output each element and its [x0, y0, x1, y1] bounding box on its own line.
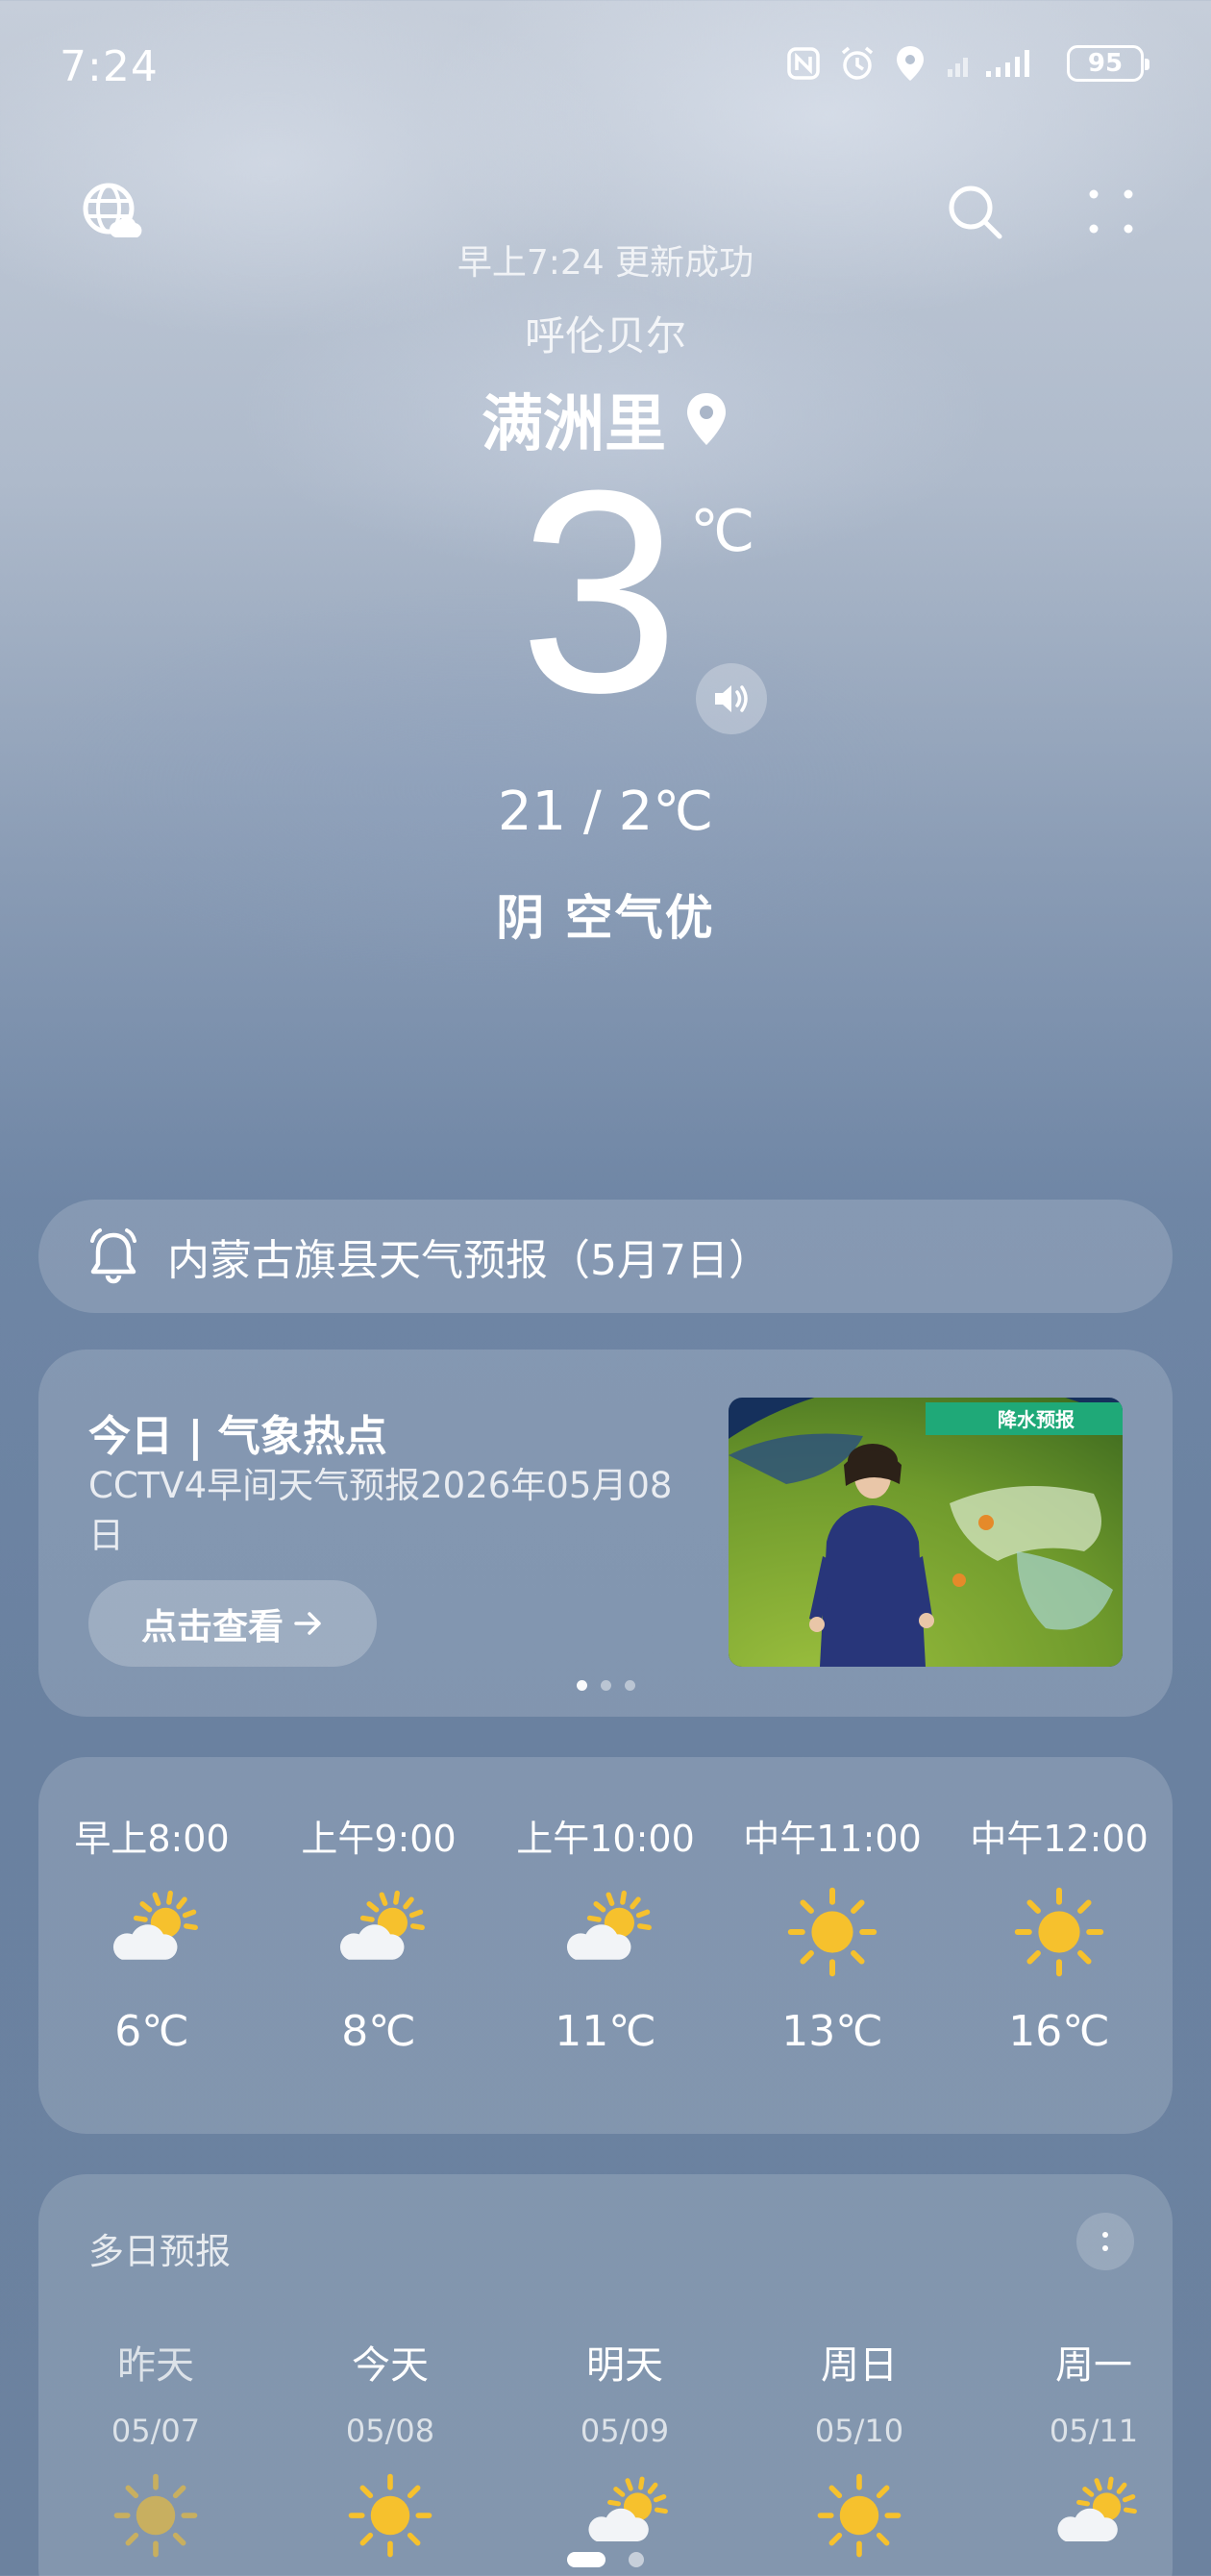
day-name: 今天 — [352, 2343, 429, 2388]
day-list: 昨天 05/07 今天 05/08 明天 05/09 周日 05/10 周一 0… — [38, 2334, 1211, 2559]
day-name: 昨天 — [117, 2343, 194, 2388]
multi-day-forecast-card: 多日预报 昨天 05/07 今天 05/08 明天 05/09 周日 05/10… — [38, 2174, 1173, 2576]
page-indicator[interactable] — [629, 2552, 644, 2567]
more-vertical-icon — [1102, 2232, 1108, 2238]
hot-topic-subtitle: CCTV4早间天气预报2026年05月08日 — [88, 1465, 673, 1556]
day-date: 05/09 — [580, 2413, 670, 2449]
carousel-dot[interactable] — [600, 1680, 611, 1691]
region-name: 呼伦贝尔 — [524, 312, 686, 359]
thumbnail-label: 降水预报 — [998, 1408, 1075, 1431]
hourly-item: 上午10:00 11℃ — [492, 1757, 719, 2056]
view-button[interactable]: 点击查看 — [88, 1580, 377, 1667]
hourly-time: 早上8:00 — [74, 1818, 230, 1860]
sunny-icon — [38, 2472, 273, 2559]
day-date: 05/10 — [814, 2413, 904, 2449]
signal-icon — [948, 50, 1029, 77]
temperature-range: 21 / 2℃ — [497, 780, 714, 843]
hourly-time: 中午12:00 — [970, 1818, 1149, 1860]
bell-alert-icon — [90, 1228, 136, 1284]
sunny-icon — [719, 1884, 946, 1980]
hot-topic-card[interactable]: 今日 | 气象热点 CCTV4早间天气预报2026年05月08日 点击查看 降水… — [38, 1350, 1173, 1717]
hourly-time: 中午11:00 — [743, 1818, 922, 1860]
multi-day-title: 多日预报 — [88, 2231, 231, 2272]
search-icon — [949, 186, 1002, 239]
day-name: 明天 — [586, 2343, 663, 2388]
hourly-temp: 11℃ — [555, 2007, 656, 2056]
day-date: 05/08 — [345, 2413, 435, 2449]
speaker-icon — [715, 685, 748, 712]
alert-text: 内蒙古旗县天气预报（5月7日） — [167, 1236, 771, 1285]
arrow-right-icon — [294, 1612, 321, 1635]
battery-indicator: 95 — [1067, 45, 1149, 82]
weather-condition: 阴 空气优 — [496, 890, 715, 946]
video-thumbnail[interactable]: 降水预报 — [729, 1398, 1123, 1667]
status-time: 7:24 — [60, 42, 159, 91]
hourly-temp: 13℃ — [781, 2007, 883, 2056]
multi-day-more-button[interactable] — [1076, 2213, 1134, 2270]
hourly-forecast-card: 早上8:00 6℃ 上午9:00 8℃ 上午10:00 11℃ 中午11:00 … — [38, 1757, 1173, 2134]
hourly-time: 上午10:00 — [516, 1818, 695, 1860]
page-indicator-active[interactable] — [567, 2552, 606, 2567]
hourly-item: 中午11:00 13℃ — [719, 1757, 946, 2056]
temperature-unit: ℃ — [690, 498, 755, 565]
voice-broadcast-button[interactable] — [696, 663, 767, 734]
location-status-icon — [897, 46, 924, 81]
carousel-dots — [38, 1680, 1173, 1691]
day-name: 周日 — [821, 2343, 898, 2388]
weather-map-thumbnail: 降水预报 — [729, 1398, 1123, 1667]
partly-cloudy-icon — [507, 2472, 742, 2559]
status-icons: 95 — [786, 44, 1149, 83]
alarm-icon — [841, 46, 874, 80]
day-item[interactable]: 昨天 05/07 — [38, 2334, 273, 2559]
hourly-time: 上午9:00 — [301, 1818, 457, 1860]
partly-cloudy-icon — [976, 2472, 1211, 2559]
sunny-icon — [273, 2472, 507, 2559]
hourly-item: 上午9:00 8℃ — [265, 1757, 492, 2056]
day-name: 周一 — [1055, 2343, 1132, 2388]
day-date: 05/07 — [111, 2413, 201, 2449]
weather-alert-card[interactable]: 内蒙古旗县天气预报（5月7日） — [38, 1200, 1173, 1313]
day-item[interactable]: 周日 05/10 — [742, 2334, 976, 2559]
day-date: 05/11 — [1049, 2413, 1139, 2449]
carousel-dot[interactable] — [624, 1680, 635, 1691]
sunny-icon — [742, 2472, 976, 2559]
hourly-list: 早上8:00 6℃ 上午9:00 8℃ 上午10:00 11℃ 中午11:00 … — [38, 1757, 1173, 2056]
partly-cloudy-icon — [492, 1884, 719, 1980]
hourly-temp: 6℃ — [114, 2007, 189, 2056]
day-item[interactable]: 周一 05/11 — [976, 2334, 1211, 2559]
hourly-item: 早上8:00 6℃ — [38, 1757, 265, 2056]
hourly-temp: 8℃ — [341, 2007, 416, 2056]
nfc-icon — [787, 47, 820, 80]
location-pin-icon — [687, 393, 726, 445]
current-temperature: 3 — [519, 430, 680, 753]
hot-topic-title: 今日 | 气象热点 — [88, 1412, 387, 1461]
sunny-icon — [946, 1884, 1173, 1980]
day-item[interactable]: 今天 05/08 — [273, 2334, 507, 2559]
day-item[interactable]: 明天 05/09 — [507, 2334, 742, 2559]
update-status: 早上7:24 更新成功 — [457, 243, 754, 283]
view-button-label: 点击查看 — [141, 1606, 284, 1647]
partly-cloudy-icon — [38, 1884, 265, 1980]
hourly-item: 中午12:00 16℃ — [946, 1757, 1173, 2056]
more-dots-icon — [1089, 189, 1133, 234]
partly-cloudy-icon — [265, 1884, 492, 1980]
hourly-temp: 16℃ — [1008, 2007, 1110, 2056]
carousel-dot[interactable] — [576, 1680, 587, 1691]
